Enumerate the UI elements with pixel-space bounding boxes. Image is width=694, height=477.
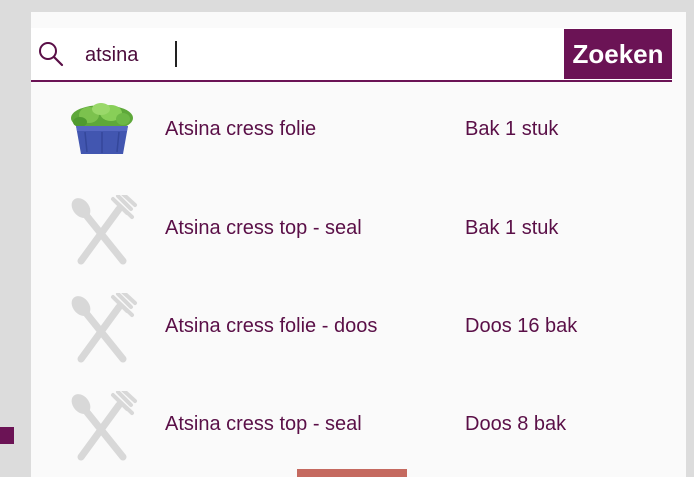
cutlery-placeholder-icon bbox=[71, 195, 137, 265]
product-name[interactable]: Atsina cress folie - doos bbox=[165, 315, 377, 338]
cress-tray-photo bbox=[71, 103, 133, 154]
text-caret bbox=[175, 41, 177, 67]
search-button[interactable]: Zoeken bbox=[564, 29, 672, 79]
result-row[interactable]: Atsina cress folie - doos Doos 16 bak bbox=[31, 279, 686, 377]
cutlery-placeholder-icon bbox=[71, 391, 137, 461]
cutlery-placeholder-icon bbox=[71, 293, 137, 363]
left-edge-accent bbox=[0, 427, 14, 444]
product-name[interactable]: Atsina cress top - seal bbox=[165, 413, 362, 436]
result-row[interactable]: Atsina cress folie Bak 1 stuk bbox=[31, 82, 686, 180]
result-row[interactable]: Atsina cress top - seal Doos 8 bak bbox=[31, 377, 686, 475]
search-input[interactable] bbox=[85, 40, 585, 70]
product-name[interactable]: Atsina cress folie bbox=[165, 118, 316, 141]
bottom-tab-edge[interactable] bbox=[297, 469, 407, 477]
product-unit: Doos 16 bak bbox=[465, 315, 578, 337]
product-unit: Bak 1 stuk bbox=[465, 217, 559, 239]
product-unit: Bak 1 stuk bbox=[465, 118, 559, 140]
search-icon bbox=[39, 42, 64, 67]
product-unit: Doos 8 bak bbox=[465, 413, 567, 435]
product-name[interactable]: Atsina cress top - seal bbox=[165, 217, 362, 240]
result-row[interactable]: Atsina cress top - seal Bak 1 stuk bbox=[31, 181, 686, 279]
